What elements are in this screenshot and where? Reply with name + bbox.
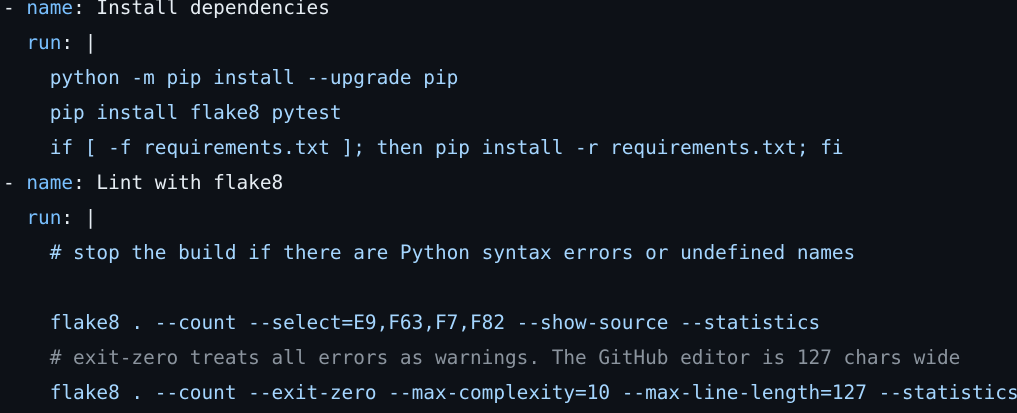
yaml-key-name: name (26, 171, 74, 194)
block-scalar-indicator: | (84, 206, 97, 229)
shell-command: if [ -f requirements.txt ]; then pip ins… (49, 136, 844, 159)
yaml-colon: : (61, 31, 85, 54)
code-line-3: python -m pip install --upgrade pip (3, 60, 459, 95)
code-viewer: - name: Install dependencies run: | pyth… (0, 0, 1017, 413)
list-dash: - (3, 171, 27, 194)
shell-command: flake8 . --count --select=E9,F63,F7,F82 … (49, 311, 821, 334)
code-line-2: run: | (3, 25, 96, 60)
shell-comment: # stop the build if there are Python syn… (49, 241, 856, 264)
code-line-8: # stop the build if there are Python syn… (3, 235, 856, 270)
yaml-colon: : (73, 171, 97, 194)
code-line-6: - name: Lint with flake8 (3, 165, 283, 200)
shell-command: python -m pip install --upgrade pip (49, 66, 459, 89)
step-name-value: Lint with flake8 (96, 171, 284, 194)
code-line-7: run: | (3, 200, 96, 235)
shell-comment: # exit-zero treats all errors as warning… (49, 346, 961, 369)
step-name-value: Install dependencies (96, 0, 330, 19)
code-line-10: flake8 . --count --select=E9,F63,F7,F82 … (3, 305, 821, 340)
code-line-12: flake8 . --count --exit-zero --max-compl… (3, 375, 1017, 410)
yaml-key-name: name (26, 0, 74, 19)
yaml-colon: : (73, 0, 97, 19)
block-scalar-indicator: | (84, 31, 97, 54)
list-dash: - (3, 0, 27, 19)
yaml-key-run: run (26, 206, 62, 229)
yaml-colon: : (61, 206, 85, 229)
shell-command: pip install flake8 pytest (49, 101, 342, 124)
code-line-11: # exit-zero treats all errors as warning… (3, 340, 961, 375)
shell-command: flake8 . --count --exit-zero --max-compl… (49, 381, 1017, 404)
code-line-4: pip install flake8 pytest (3, 95, 342, 130)
yaml-key-run: run (26, 31, 62, 54)
code-line-1: - name: Install dependencies (3, 0, 330, 25)
code-line-5: if [ -f requirements.txt ]; then pip ins… (3, 130, 844, 165)
